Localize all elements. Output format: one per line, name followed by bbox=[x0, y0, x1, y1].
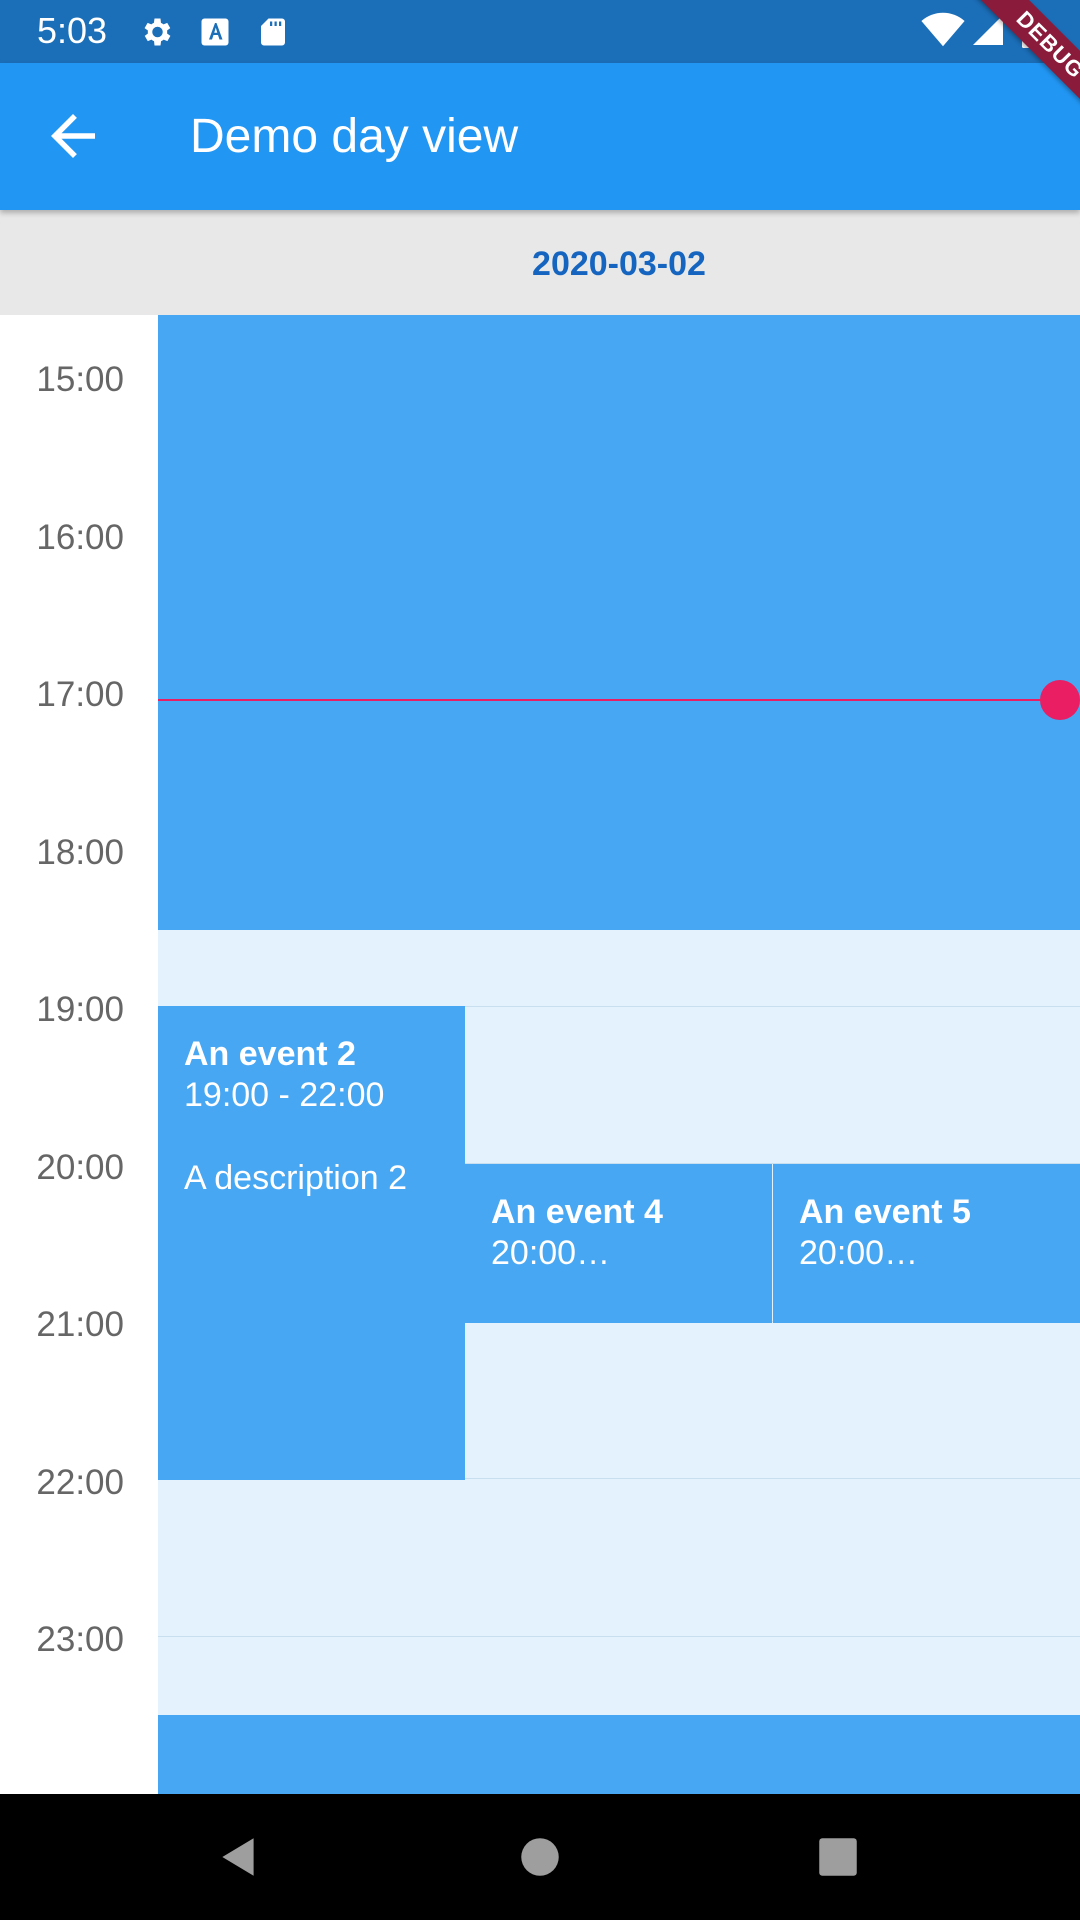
event-title: An event 4 bbox=[491, 1193, 663, 1231]
navigation-bar bbox=[0, 1794, 1080, 1920]
hour-label: 15:00 bbox=[36, 360, 124, 399]
date-header: 2020-03-02 bbox=[158, 210, 1080, 315]
text-a-icon bbox=[201, 18, 229, 46]
event-block[interactable] bbox=[158, 1715, 1080, 1794]
home-circle-icon[interactable] bbox=[515, 1832, 565, 1882]
recents-square-icon[interactable] bbox=[813, 1832, 863, 1882]
event-5[interactable]: An event 5 20:00… bbox=[773, 1164, 1080, 1323]
wifi-icon bbox=[921, 12, 965, 47]
event-4[interactable]: An event 4 20:00… bbox=[465, 1164, 772, 1323]
gear-icon bbox=[144, 18, 171, 46]
day-column[interactable]: An event 2 19:00 - 22:00 A description 2… bbox=[158, 315, 1080, 1794]
hour-label: 17:00 bbox=[36, 675, 124, 714]
status-bar: 5:03 bbox=[0, 0, 1080, 63]
hour-label: 16:00 bbox=[36, 518, 124, 557]
hour-label: 22:00 bbox=[36, 1463, 124, 1502]
event-description: A description 2 bbox=[184, 1159, 408, 1197]
page-title: Demo day view bbox=[190, 110, 519, 163]
event-block[interactable] bbox=[158, 315, 1080, 930]
hour-label: 21:00 bbox=[36, 1305, 124, 1344]
back-triangle-icon[interactable] bbox=[214, 1832, 264, 1882]
hour-label: 19:00 bbox=[36, 990, 124, 1029]
status-time: 5:03 bbox=[37, 10, 108, 51]
event-title: An event 5 bbox=[799, 1193, 971, 1231]
arrow-back-icon[interactable] bbox=[40, 103, 106, 169]
hour-labels: 15:00 16:00 17:00 18:00 19:00 20:00 21:0… bbox=[0, 315, 158, 1794]
event-2[interactable]: An event 2 19:00 - 22:00 A description 2 bbox=[158, 1006, 465, 1480]
hour-grid-line bbox=[158, 1636, 1080, 1637]
hour-label: 18:00 bbox=[36, 833, 124, 872]
hour-label: 20:00 bbox=[36, 1148, 124, 1187]
hour-label: 23:00 bbox=[36, 1620, 124, 1659]
sd-card-icon bbox=[261, 18, 285, 46]
current-time-dot bbox=[1040, 680, 1080, 720]
event-time: 20:00… bbox=[799, 1234, 919, 1272]
event-time: 20:00… bbox=[491, 1234, 611, 1272]
app-bar: Demo day view bbox=[0, 63, 1080, 210]
event-time: 19:00 - 22:00 bbox=[184, 1076, 385, 1114]
current-time-line bbox=[158, 699, 1058, 701]
date-header-gutter bbox=[0, 210, 158, 315]
event-title: An event 2 bbox=[184, 1035, 356, 1073]
date-label: 2020-03-02 bbox=[532, 245, 706, 283]
